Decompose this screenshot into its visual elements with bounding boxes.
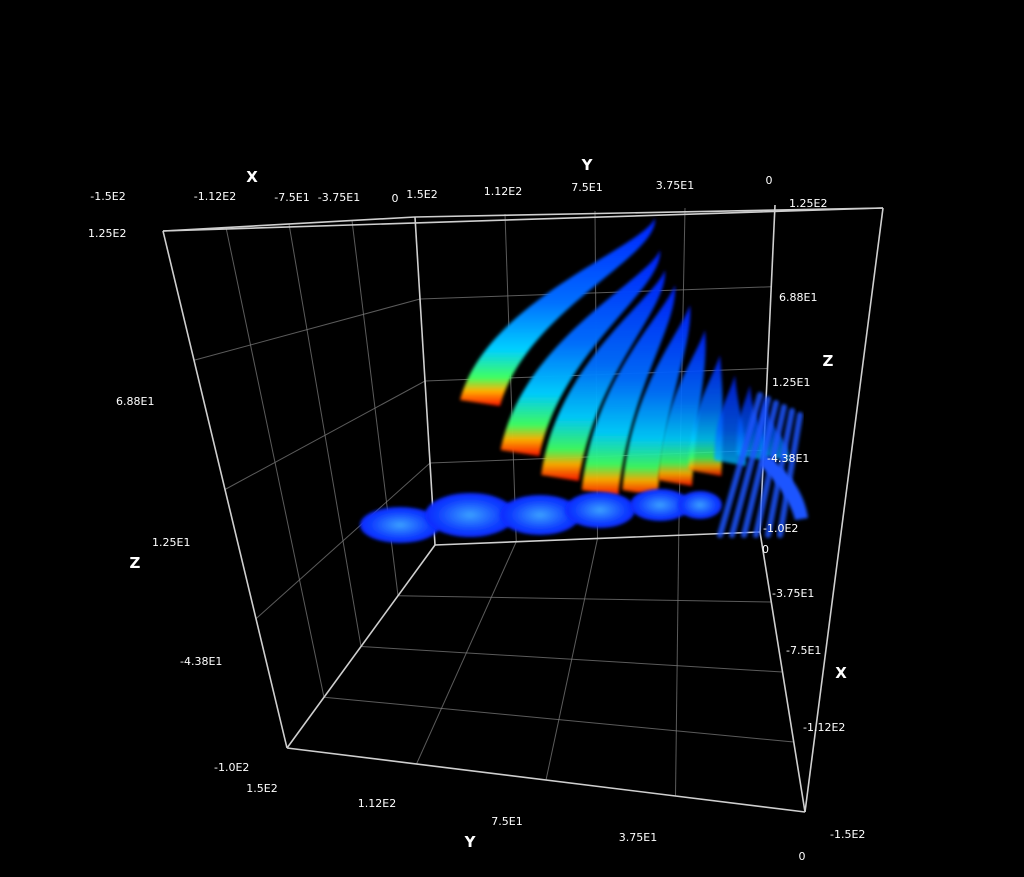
z-tick-label: 1.25E1: [772, 376, 810, 389]
box-edge: [162, 230, 288, 749]
x-axis-title: X: [246, 168, 258, 186]
z-tick-label: 1.25E2: [88, 227, 126, 240]
x-tick-label: -3.75E1: [318, 191, 360, 204]
y-tick-label: 3.75E1: [619, 831, 657, 844]
y-tick-label: 1.5E2: [246, 782, 277, 795]
y-axis-title: Y: [581, 156, 594, 174]
y-tick-label: 0: [766, 174, 773, 187]
z-tick-label: 6.88E1: [779, 291, 817, 304]
y-tick-label: 1.5E2: [406, 188, 437, 201]
x-tick-label: -7.5E1: [786, 644, 821, 657]
box-edge: [286, 544, 436, 749]
x-tick-label: -1.5E2: [830, 828, 865, 841]
z-tick-label: 1.25E2: [789, 197, 827, 210]
ground-blob: [565, 492, 635, 528]
grid-line: [224, 380, 426, 490]
x-tick-label: -3.75E1: [772, 587, 814, 600]
z-tick-label: -1.0E2: [763, 522, 798, 535]
y-tick-label: 3.75E1: [656, 179, 694, 192]
y-tick-label: 1.12E2: [484, 185, 522, 198]
x-tick-label: -7.5E1: [274, 191, 309, 204]
x-tick-label: 0: [392, 192, 399, 205]
x-tick-label: 0: [762, 543, 769, 556]
y-tick-label: 1.12E2: [358, 797, 396, 810]
y-tick-label: 0: [799, 850, 806, 863]
plot-viewport[interactable]: -1.5E2 -1.12E2 -7.5E1 -3.75E1 0 X 1.5E2 1.12E2 7…: [0, 0, 1024, 873]
z-tick-label: 6.88E1: [116, 395, 154, 408]
x-tick-label: -1.12E2: [194, 190, 236, 203]
x-tick-label: -1.12E2: [803, 721, 845, 734]
z-tick-label: -4.38E1: [767, 452, 809, 465]
surface-3d-chart[interactable]: -1.5E2 -1.12E2 -7.5E1 -3.75E1 0 X 1.5E2 1.12E2 7…: [0, 0, 1024, 873]
ground-blob: [678, 491, 722, 519]
z-tick-label: -4.38E1: [180, 655, 222, 668]
z-tick-label: 1.25E1: [152, 536, 190, 549]
box-edge: [759, 531, 806, 813]
y-axis-title: Y: [464, 833, 477, 851]
x-tick-label: -1.5E2: [90, 190, 125, 203]
z-tick-label: -1.0E2: [214, 761, 249, 774]
z-axis-title: Z: [823, 352, 834, 370]
x-axis-title: X: [835, 664, 847, 682]
z-axis-title: Z: [130, 554, 141, 572]
y-tick-label: 7.5E1: [491, 815, 522, 828]
y-tick-label: 7.5E1: [571, 181, 602, 194]
grid-line: [360, 646, 783, 673]
